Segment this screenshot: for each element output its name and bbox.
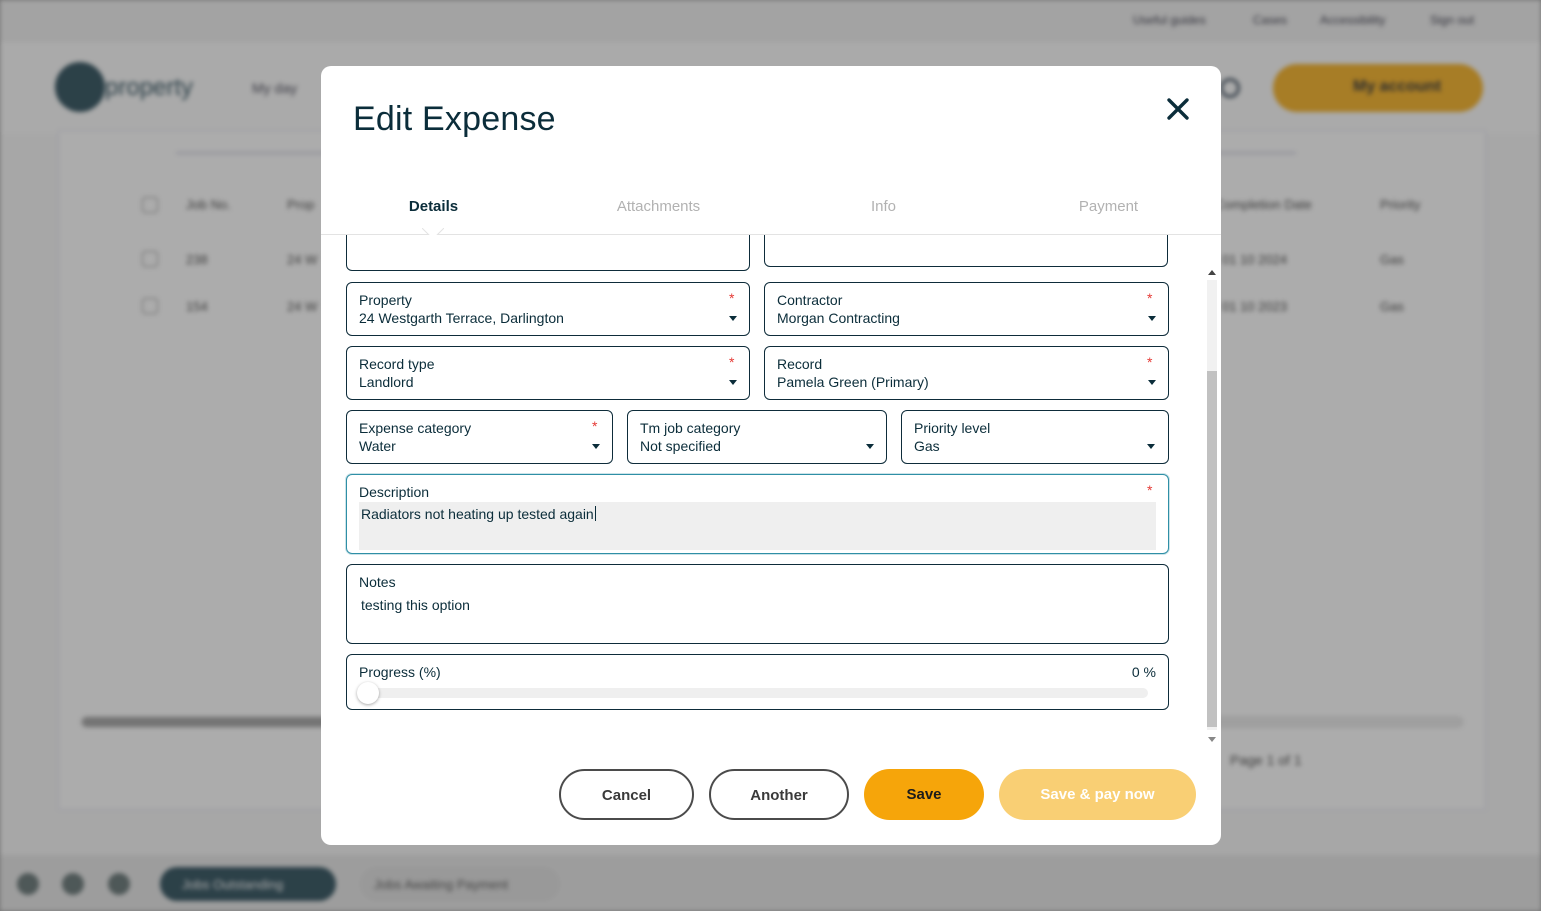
contractor-value: Morgan Contracting [777,310,900,326]
expense-category-label: Expense category [359,420,472,436]
property-label: Property [359,292,412,308]
tab-attachments[interactable]: Attachments [546,198,771,215]
expense-category-value: Water [359,438,396,454]
record-select[interactable]: Record * Pamela Green (Primary) [764,346,1169,400]
progress-slider-thumb[interactable] [357,682,379,704]
expense-category-select[interactable]: Expense category * Water [346,410,613,464]
record-type-value: Landlord [359,374,414,390]
notes-label: Notes [359,574,396,590]
contractor-label: Contractor [777,292,843,308]
chevron-down-icon [729,380,737,385]
save-and-pay-button[interactable]: Save & pay now [999,769,1196,820]
description-text: Radiators not heating up tested again [361,506,594,522]
tab-info[interactable]: Info [771,198,996,215]
notes-text[interactable]: testing this option [361,597,470,613]
record-type-label: Record type [359,356,435,372]
scroll-up-icon[interactable] [1208,270,1216,275]
tab-payment[interactable]: Payment [996,198,1221,215]
description-textarea[interactable]: Radiators not heating up tested again [359,502,1156,550]
tm-job-category-label: Tm job category [640,420,741,436]
priority-level-label: Priority level [914,420,991,436]
property-select[interactable]: Property * 24 Westgarth Terrace, Darling… [346,282,750,336]
chevron-down-icon [592,444,600,449]
required-marker: * [1147,290,1153,306]
progress-value: 0 % [1131,664,1156,680]
scroll-down-icon[interactable] [1208,737,1216,742]
chevron-down-icon [1148,380,1156,385]
chevron-down-icon [866,444,874,449]
text-cursor [594,506,596,521]
priority-level-select[interactable]: Priority level Gas [901,410,1169,464]
chevron-down-icon [1148,316,1156,321]
cancel-button[interactable]: Cancel [559,769,694,820]
required-marker: * [592,418,598,434]
save-button[interactable]: Save [864,769,984,820]
progress-label: Progress (%) [359,664,441,680]
required-marker: * [729,290,735,306]
tm-job-category-value: Not specified [640,438,721,454]
description-field[interactable]: Description * Radiators not heating up t… [346,474,1169,554]
details-form: Property * 24 Westgarth Terrace, Darling… [321,235,1221,745]
chevron-down-icon [729,316,737,321]
modal-tabs: Details Attachments Info Payment [321,184,1221,240]
tab-details[interactable]: Details [321,198,546,215]
record-value: Pamela Green (Primary) [777,374,929,390]
description-label: Description [359,484,430,500]
priority-level-value: Gas [914,438,940,454]
record-label: Record [777,356,823,372]
progress-slider-track[interactable] [359,688,1148,698]
scrollbar-thumb[interactable] [1207,371,1217,727]
tm-job-category-select[interactable]: Tm job category Not specified [627,410,887,464]
notes-field[interactable]: Notes testing this option [346,564,1169,644]
contractor-select[interactable]: Contractor * Morgan Contracting [764,282,1169,336]
required-marker: * [1147,482,1153,498]
record-type-select[interactable]: Record type * Landlord [346,346,750,400]
scrolled-field[interactable] [764,235,1168,267]
required-marker: * [729,354,735,370]
edit-expense-modal: Edit Expense Details Attachments Info Pa… [321,66,1221,845]
modal-title: Edit Expense [353,100,556,138]
form-scrollbar[interactable] [1205,266,1219,744]
progress-field: Progress (%) 0 % [346,654,1169,710]
close-icon [1167,98,1189,120]
property-value: 24 Westgarth Terrace, Darlington [359,310,564,326]
close-button[interactable] [1163,94,1193,124]
another-button[interactable]: Another [709,769,849,820]
scrolled-field[interactable] [346,235,750,271]
chevron-down-icon [1147,444,1155,449]
required-marker: * [1147,354,1153,370]
